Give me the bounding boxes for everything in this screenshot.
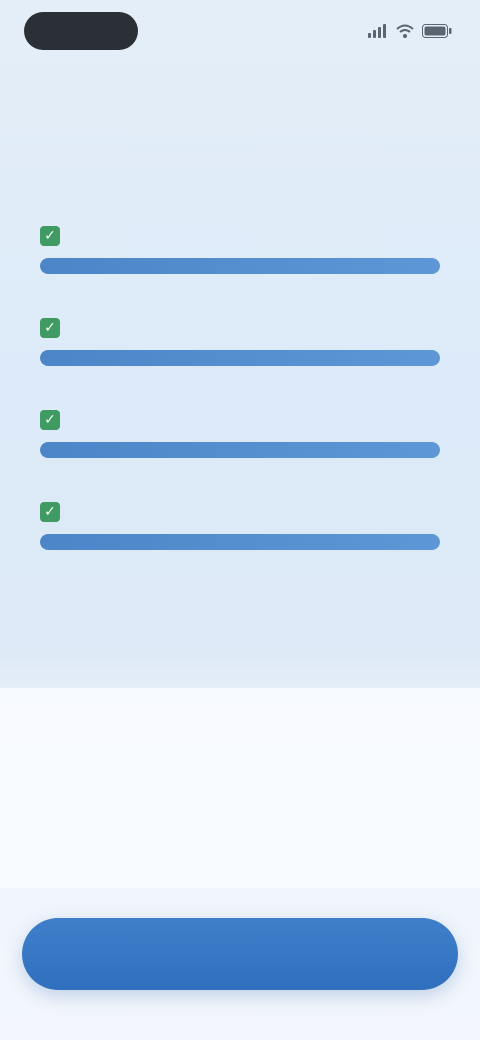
status-icons	[368, 20, 452, 42]
checkbox-checked-icon[interactable]: ✓	[40, 318, 60, 338]
option-bar-fill	[40, 258, 440, 274]
info-card	[0, 688, 480, 888]
option-item[interactable]: ✓	[40, 496, 440, 588]
primary-button[interactable]	[22, 918, 458, 990]
signal-icon	[368, 24, 388, 38]
option-bar-fill	[40, 534, 440, 550]
option-bar-fill	[40, 442, 440, 458]
checkbox-checked-icon[interactable]: ✓	[40, 226, 60, 246]
options-list: ✓ ✓ ✓ ✓	[40, 220, 440, 588]
wifi-icon	[396, 24, 414, 38]
option-bar	[40, 534, 440, 550]
option-item[interactable]: ✓	[40, 220, 440, 312]
checkbox-checked-icon[interactable]: ✓	[40, 410, 60, 430]
option-item[interactable]: ✓	[40, 404, 440, 496]
battery-icon	[422, 24, 452, 38]
checkbox-checked-icon[interactable]: ✓	[40, 502, 60, 522]
option-bar-fill	[40, 350, 440, 366]
option-bar	[40, 442, 440, 458]
option-item[interactable]: ✓	[40, 312, 440, 404]
option-bar	[40, 258, 440, 274]
status-bar	[0, 0, 480, 64]
option-bar	[40, 350, 440, 366]
status-time	[24, 12, 138, 50]
